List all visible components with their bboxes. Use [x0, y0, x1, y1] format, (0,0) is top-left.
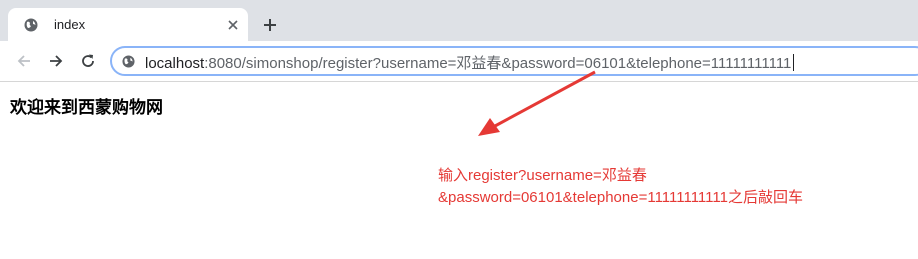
tab-strip: index: [0, 0, 918, 41]
arrow-right-icon[interactable]: [48, 53, 64, 69]
tab-title: index: [54, 17, 86, 32]
reload-icon[interactable]: [80, 53, 96, 69]
plus-icon[interactable]: [262, 17, 278, 33]
annotation-text: 输入register?username=邓益春 &password=06101&…: [438, 165, 803, 209]
url-host: localhost: [145, 55, 205, 72]
arrow-left-icon[interactable]: [16, 53, 32, 69]
browser-tab[interactable]: index: [8, 8, 248, 41]
annotation-arrow: [478, 70, 596, 136]
info-icon[interactable]: [122, 55, 135, 68]
browser-toolbar: localhost:8080/simonshop/register?userna…: [0, 41, 918, 82]
annotation-line-1: 输入register?username=邓益春: [438, 167, 647, 184]
text-caret: [793, 54, 795, 71]
annotation-line-2: &password=06101&telephone=11111111111之后敲…: [438, 189, 803, 206]
close-icon[interactable]: [226, 18, 240, 32]
page-heading: 欢迎来到西蒙购物网: [10, 98, 163, 117]
globe-icon: [24, 18, 38, 32]
